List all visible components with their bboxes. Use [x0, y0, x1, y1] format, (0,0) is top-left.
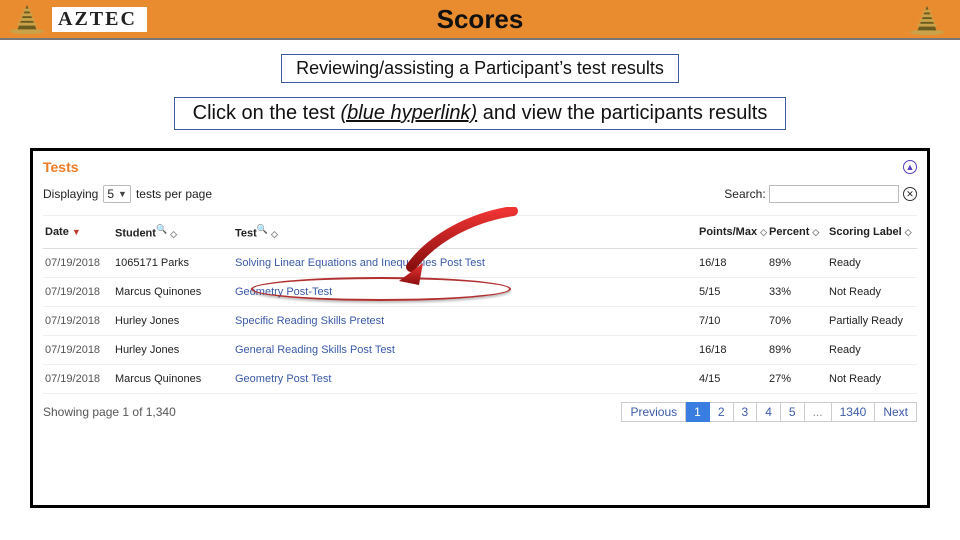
- tests-table: Date▼ Student🔍◇ Test🔍◇ Points/Max◇ Perce…: [43, 215, 917, 394]
- search-icon[interactable]: 🔍: [257, 224, 268, 234]
- pager-page[interactable]: 1: [686, 402, 710, 422]
- page-title: Scores: [437, 4, 524, 35]
- cell-date: 07/19/2018: [43, 364, 113, 393]
- cell-student: Marcus Quinones: [113, 277, 233, 306]
- cell-percent: 33%: [767, 277, 827, 306]
- sort-icon: ◇: [812, 227, 819, 237]
- cell-date: 07/19/2018: [43, 306, 113, 335]
- chevron-down-icon: ▼: [118, 189, 127, 199]
- pager-page[interactable]: 4: [757, 402, 781, 422]
- per-page-suffix: tests per page: [136, 187, 212, 201]
- test-link[interactable]: General Reading Skills Post Test: [235, 344, 395, 356]
- cell-label: Not Ready: [827, 364, 917, 393]
- col-date[interactable]: Date▼: [43, 216, 113, 249]
- aztec-logo-right-icon: [908, 4, 946, 36]
- instruction-emph: (blue hyperlink): [340, 102, 477, 124]
- cell-date: 07/19/2018: [43, 277, 113, 306]
- displaying-label: Displaying: [43, 187, 98, 201]
- cell-label: Ready: [827, 335, 917, 364]
- cell-points: 16/18: [697, 248, 767, 277]
- brand: AZTEC: [0, 3, 147, 35]
- per-page-select[interactable]: 5 ▼: [103, 185, 131, 203]
- cell-student: Hurley Jones: [113, 335, 233, 364]
- col-points[interactable]: Points/Max◇: [697, 216, 767, 249]
- col-student[interactable]: Student🔍◇: [113, 216, 233, 249]
- sort-icon: ◇: [905, 227, 912, 237]
- cell-label: Not Ready: [827, 277, 917, 306]
- aztec-logo-icon: [8, 3, 46, 35]
- sort-icon: ◇: [271, 229, 278, 239]
- table-row: 07/19/2018Hurley JonesSpecific Reading S…: [43, 306, 917, 335]
- table-row: 07/19/20181065171 ParksSolving Linear Eq…: [43, 248, 917, 277]
- test-link[interactable]: Specific Reading Skills Pretest: [235, 315, 384, 327]
- table-row: 07/19/2018Hurley JonesGeneral Reading Sk…: [43, 335, 917, 364]
- cell-date: 07/19/2018: [43, 335, 113, 364]
- pager-next[interactable]: Next: [875, 402, 917, 422]
- sort-icon: ◇: [170, 229, 177, 239]
- cell-student: 1065171 Parks: [113, 248, 233, 277]
- sort-desc-icon: ▼: [72, 227, 81, 237]
- cell-percent: 70%: [767, 306, 827, 335]
- cell-points: 16/18: [697, 335, 767, 364]
- cell-label: Partially Ready: [827, 306, 917, 335]
- pager-page[interactable]: 1340: [832, 402, 876, 422]
- header-bar: AZTEC Scores: [0, 0, 960, 40]
- table-row: 07/19/2018Marcus QuinonesGeometry Post-T…: [43, 277, 917, 306]
- brand-label: AZTEC: [52, 7, 147, 32]
- test-link[interactable]: Geometry Post-Test: [235, 286, 332, 298]
- cell-points: 4/15: [697, 364, 767, 393]
- instruction-box: Click on the test (blue hyperlink) and v…: [174, 97, 787, 130]
- panel-title: Tests: [43, 159, 79, 175]
- search-input[interactable]: [769, 185, 899, 203]
- pager-page[interactable]: 5: [781, 402, 805, 422]
- search-icon[interactable]: 🔍: [156, 224, 167, 234]
- pager-prev[interactable]: Previous: [621, 402, 686, 422]
- per-page-value: 5: [107, 187, 114, 201]
- caption-box: Reviewing/assisting a Participant’s test…: [281, 54, 679, 83]
- col-test[interactable]: Test🔍◇: [233, 216, 697, 249]
- cell-student: Hurley Jones: [113, 306, 233, 335]
- test-link[interactable]: Solving Linear Equations and Inequalitie…: [235, 257, 485, 269]
- cell-percent: 89%: [767, 248, 827, 277]
- cell-percent: 27%: [767, 364, 827, 393]
- col-percent[interactable]: Percent◇: [767, 216, 827, 249]
- sort-icon: ◇: [760, 227, 767, 237]
- cell-date: 07/19/2018: [43, 248, 113, 277]
- cell-points: 7/10: [697, 306, 767, 335]
- tests-panel: Tests ▲ Displaying 5 ▼ tests per page Se…: [30, 148, 930, 508]
- pager-ellipsis: ...: [805, 402, 832, 422]
- pagination: Previous12345...1340Next: [621, 402, 917, 422]
- cell-student: Marcus Quinones: [113, 364, 233, 393]
- showing-text: Showing page 1 of 1,340: [43, 405, 176, 419]
- pager-page[interactable]: 2: [710, 402, 734, 422]
- collapse-icon[interactable]: ▲: [903, 160, 917, 174]
- search-label: Search:: [724, 187, 765, 201]
- table-row: 07/19/2018Marcus QuinonesGeometry Post T…: [43, 364, 917, 393]
- cell-percent: 89%: [767, 335, 827, 364]
- instruction-post: and view the participants results: [477, 102, 767, 124]
- test-link[interactable]: Geometry Post Test: [235, 373, 331, 385]
- cell-label: Ready: [827, 248, 917, 277]
- pager-page[interactable]: 3: [734, 402, 758, 422]
- instruction-pre: Click on the test: [193, 102, 341, 124]
- clear-search-icon[interactable]: ✕: [903, 187, 917, 201]
- cell-points: 5/15: [697, 277, 767, 306]
- col-label[interactable]: Scoring Label◇: [827, 216, 917, 249]
